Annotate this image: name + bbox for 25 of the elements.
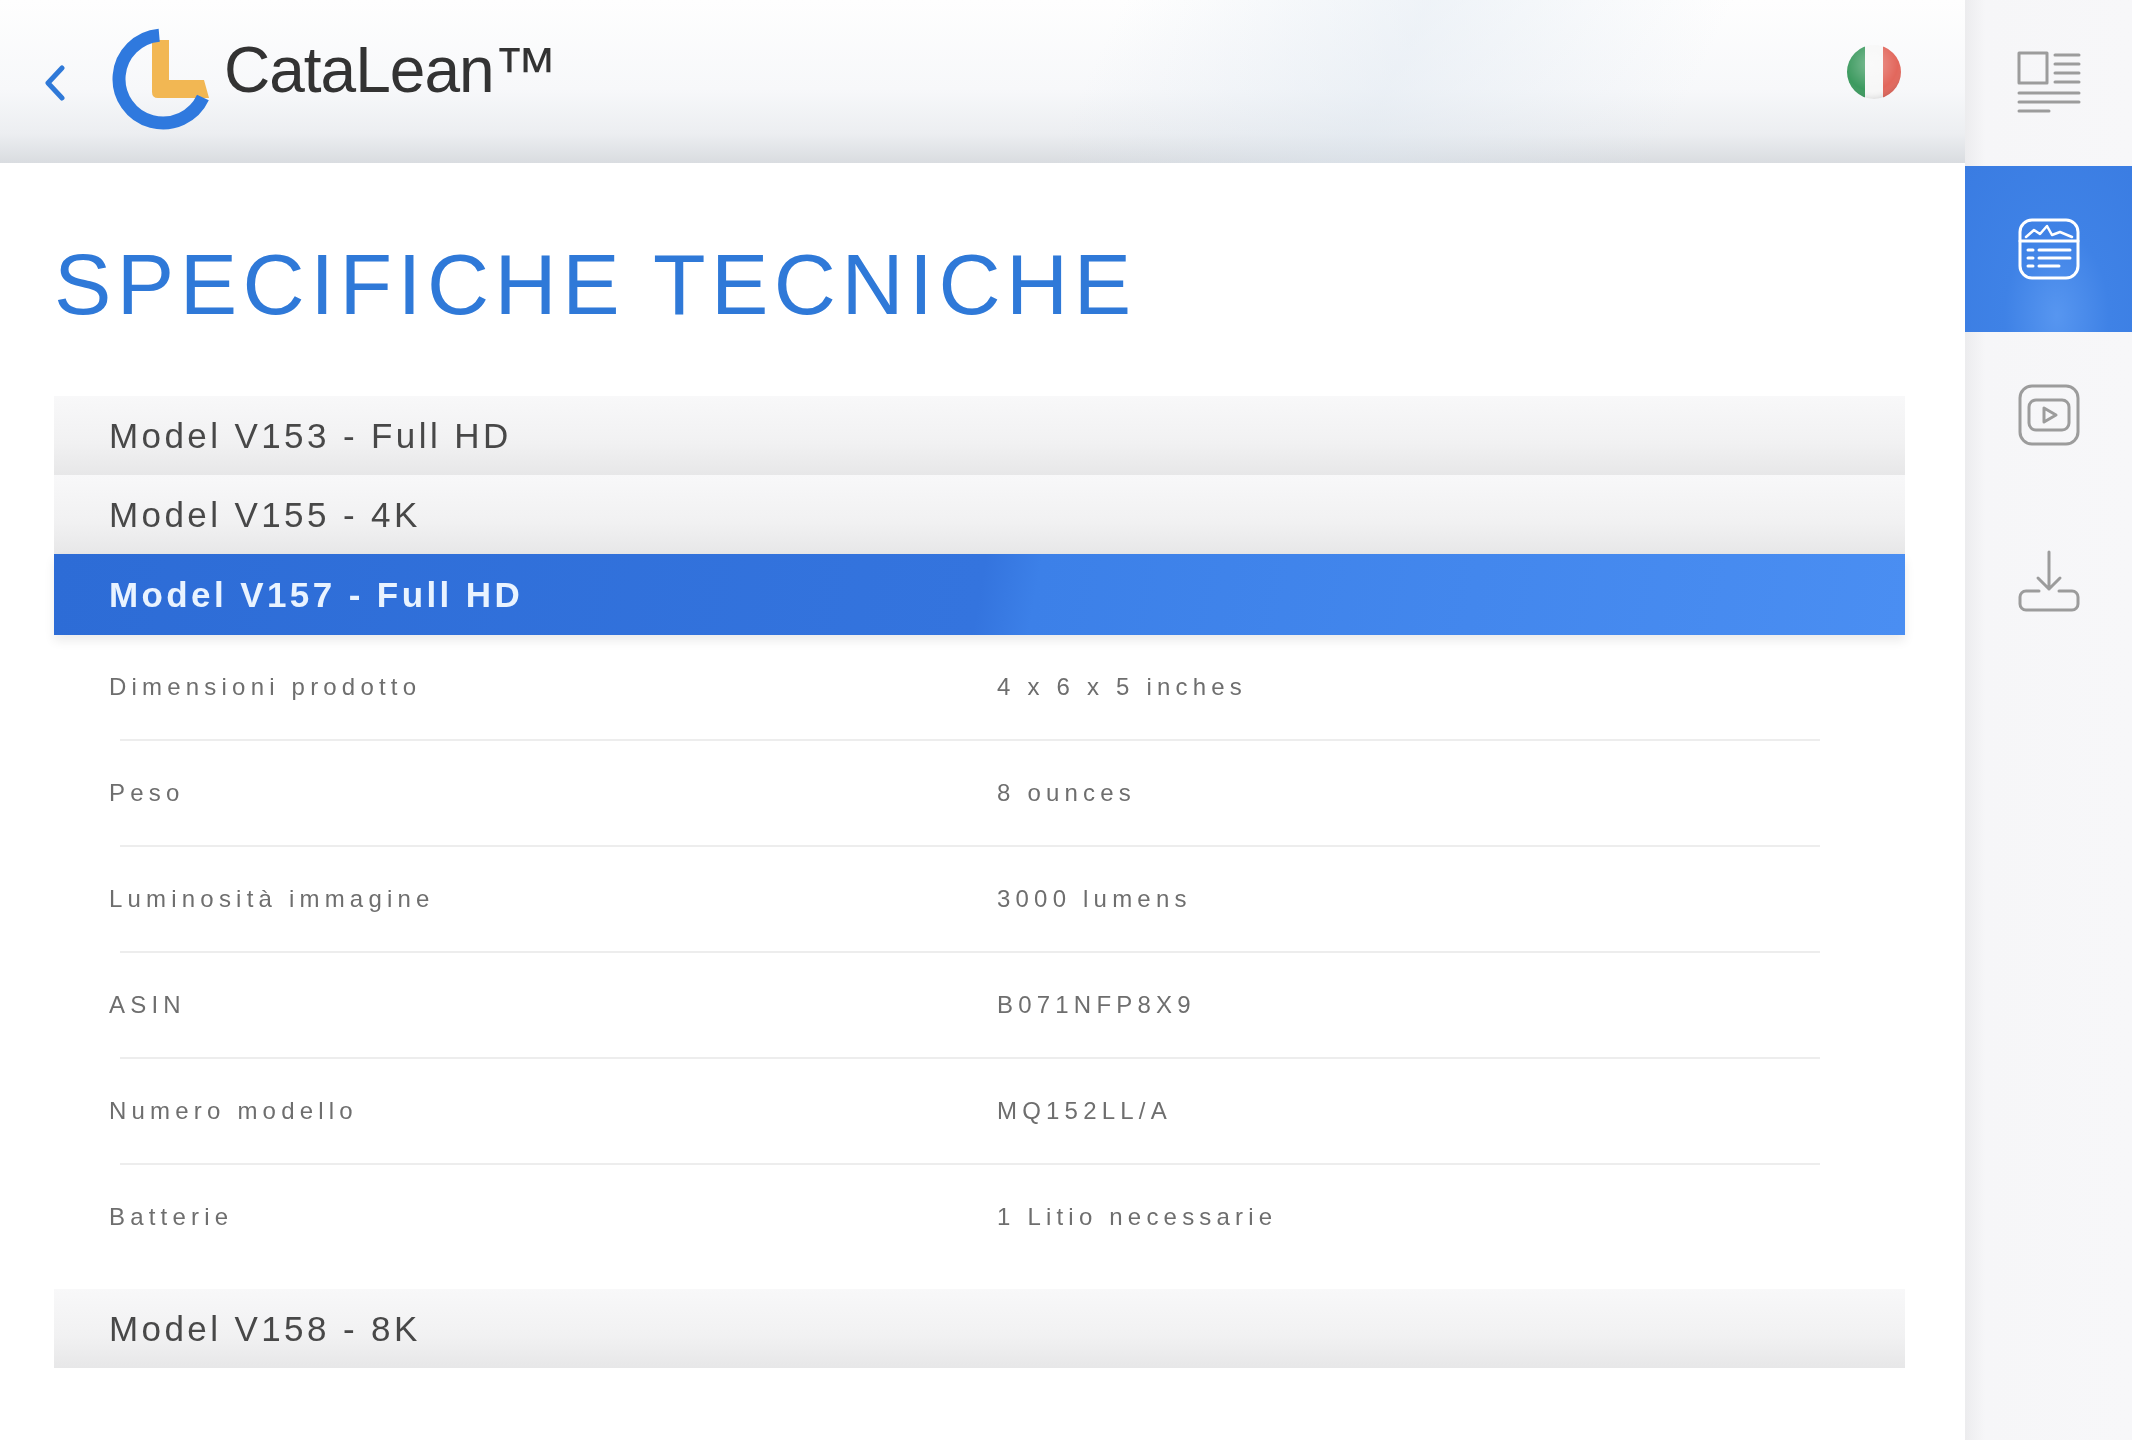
model-accordion-header[interactable]: Model V157 - Full HD <box>54 554 1905 635</box>
spec-value: 8 ounces <box>997 779 1136 807</box>
brand-name: CataLean™ <box>224 32 557 107</box>
model-accordion-header[interactable]: Model V158 - 8K <box>54 1289 1905 1368</box>
spec-label: Dimensioni prodotto <box>109 673 422 701</box>
back-button[interactable] <box>42 64 68 101</box>
datasheet-icon <box>2016 217 2081 281</box>
sidebar-tab[interactable] <box>1965 166 2132 332</box>
spec-value: B071NFP8X9 <box>997 991 1196 1019</box>
spec-label: Batterie <box>109 1203 234 1231</box>
spec-label: Numero modello <box>109 1097 358 1125</box>
model-accordion-header[interactable]: Model V155 - 4K <box>54 475 1905 554</box>
article-icon <box>2016 51 2081 115</box>
download-icon <box>2016 549 2081 613</box>
video-play-icon <box>2016 383 2081 447</box>
chevron-left-icon <box>42 64 68 101</box>
spec-value: 4 x 6 x 5 inches <box>997 673 1247 701</box>
spec-label: Luminosità immagine <box>109 885 435 913</box>
page-title: SPECIFICHE TECNICHE <box>54 241 1138 327</box>
spec-value: 1 Litio necessarie <box>997 1203 1278 1231</box>
spec-label: ASIN <box>109 991 186 1019</box>
spec-value: 3000 lumens <box>997 885 1192 913</box>
model-accordion-header[interactable]: Model V153 - Full HD <box>54 396 1905 475</box>
spec-label: Peso <box>109 779 185 807</box>
spec-value: MQ152LL/A <box>997 1097 1172 1125</box>
